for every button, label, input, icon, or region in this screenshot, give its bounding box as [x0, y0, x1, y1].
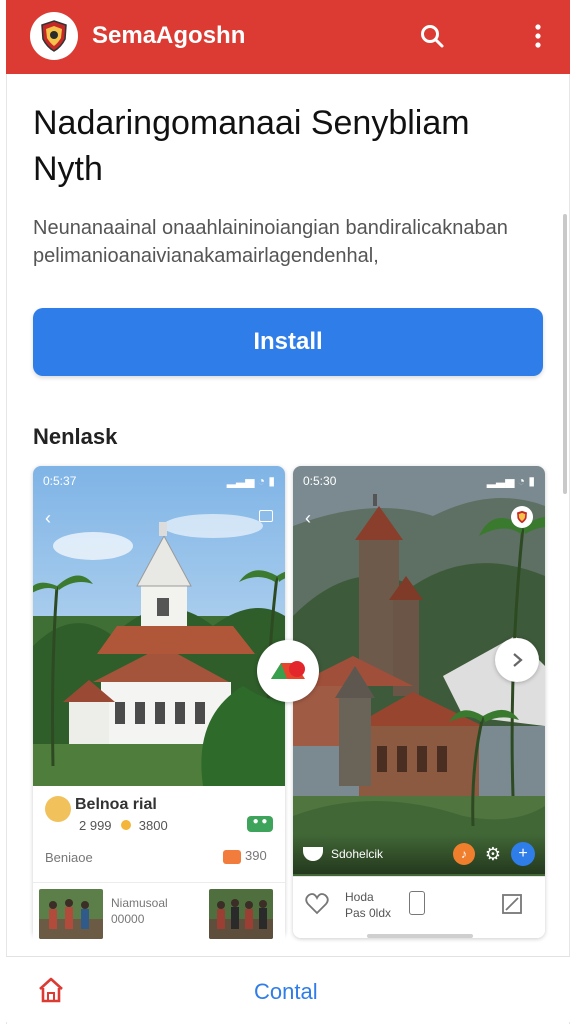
next-chevron-icon[interactable] [495, 638, 539, 682]
thumb-label-line-1: Niamusoal [111, 896, 168, 910]
thumb-label-line-2: 00000 [111, 912, 145, 926]
church-photo: 0:5:37 ▂▃▅ ◔ ▮ ‹ [33, 466, 285, 786]
screenshot-card-2[interactable]: 0:5:30 ▂▃▅ ◔ ▮ ‹ Sdohelcik ♪ ⚙ + Hoda Pa… [293, 466, 545, 938]
rating-value: 3800 [138, 818, 168, 833]
app-title: SemaAgoshn [92, 22, 246, 49]
card-footer-label: Beniaoe [45, 850, 93, 865]
action-label: Hoda Pas 0ldx [345, 889, 391, 921]
overlay-row: Sdohelcik ♪ ⚙ + [293, 834, 545, 874]
card-footer-value: 390 [245, 848, 267, 863]
add-icon[interactable]: + [511, 842, 535, 866]
thumbnail-strip: Niamusoal 00000 [33, 882, 285, 950]
screenshot-card-1[interactable]: 0:5:37 ▂▃▅ ◔ ▮ ‹ Belnoa rial 2 999 3800 … [33, 466, 285, 938]
place-avatar [45, 796, 71, 822]
phone-icon[interactable] [409, 891, 425, 915]
contact-tab[interactable]: Contal [254, 979, 318, 1005]
place-name: Belnoa rial [75, 796, 157, 813]
rating-text: 2 999 [79, 818, 112, 833]
status-time: 0:5:30 [303, 474, 337, 488]
install-button[interactable]: Install [33, 308, 543, 376]
group-photo-thumb-2[interactable] [209, 889, 273, 939]
page-indicator [367, 934, 473, 938]
home-icon[interactable] [36, 975, 66, 1005]
main-content: Nadaringomanaai Senybliam Nyth Neunanaai… [6, 74, 570, 1024]
search-icon[interactable] [416, 20, 448, 52]
settings-gear-icon[interactable]: ⚙ [485, 844, 501, 865]
scrollbar[interactable] [563, 214, 567, 494]
bookmark-edit-icon[interactable] [501, 893, 523, 920]
more-vert-icon[interactable] [522, 20, 554, 52]
back-icon[interactable]: ‹ [45, 508, 51, 529]
rating-row: 2 999 3800 [79, 818, 168, 833]
thumb-label: Niamusoal 00000 [111, 895, 168, 927]
card-action-bar: Hoda Pas 0ldx [293, 876, 545, 938]
logo-overlay-icon[interactable] [257, 640, 319, 702]
status-bar: 0:5:30 ▂▃▅ ◔ ▮ [303, 474, 535, 488]
app-description: Neunanaainal onaahlaininoiangian bandira… [33, 217, 508, 267]
shield-logo-icon [511, 506, 533, 528]
action-label-line-1: Hoda [345, 890, 374, 904]
orange-badge [223, 850, 241, 864]
back-icon[interactable]: ‹ [305, 508, 311, 529]
overlay-text: Sdohelcik [331, 847, 384, 861]
shield-logo-icon[interactable] [30, 12, 78, 60]
action-label-line-2: Pas 0ldx [345, 906, 392, 920]
status-icons: ▂▃▅ ◔ ▮ [486, 474, 535, 488]
music-note-icon[interactable]: ♪ [452, 843, 475, 865]
status-time: 0:5:37 [43, 474, 77, 488]
bottom-navigation: Contal [6, 956, 570, 1022]
app-bar: SemaAgoshn [6, 0, 570, 74]
status-icons: ▂▃▅ ◔ ▮ [226, 474, 275, 488]
section-title: Nenlask [33, 424, 118, 449]
status-bar: 0:5:37 ▂▃▅ ◔ ▮ [43, 474, 275, 488]
bowl-icon [303, 847, 323, 861]
heart-icon[interactable] [305, 893, 329, 920]
green-badge[interactable]: ● ● [247, 816, 273, 832]
image-icon[interactable] [259, 510, 273, 522]
coin-icon [121, 820, 132, 830]
page-title: Nadaringomanaai Senybliam Nyth [33, 104, 470, 188]
group-photo-thumb-1[interactable] [39, 889, 103, 939]
